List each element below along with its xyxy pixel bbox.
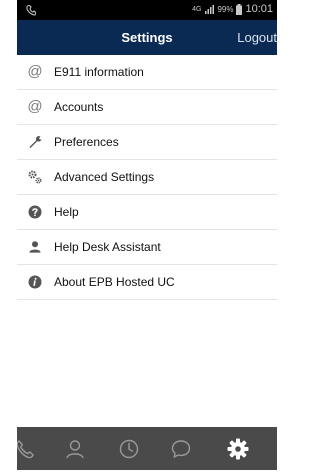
- menu-item-label: Help Desk Assistant: [54, 240, 161, 254]
- menu-item-about[interactable]: About EPB Hosted UC: [17, 265, 277, 300]
- menu-item-accounts[interactable]: @ Accounts: [17, 90, 277, 125]
- bottom-frame: [0, 470, 277, 475]
- status-bar: 4G 99% 10:01: [17, 0, 277, 20]
- wrench-icon: [29, 136, 42, 148]
- logout-button[interactable]: Logout: [237, 20, 277, 55]
- clock: 10:01: [245, 3, 273, 15]
- chat-icon: [171, 439, 191, 458]
- menu-item-label: E911 information: [54, 65, 144, 79]
- battery-icon: [236, 3, 243, 15]
- bottom-tab-bar: [17, 427, 277, 470]
- menu-item-advanced-settings[interactable]: Advanced Settings: [17, 160, 277, 195]
- signal-icon: [205, 5, 215, 14]
- menu-item-label: Preferences: [54, 135, 119, 149]
- menu-item-preferences[interactable]: Preferences: [17, 125, 277, 160]
- battery-percent: 99%: [217, 4, 234, 14]
- menu-item-help[interactable]: Help: [17, 195, 277, 230]
- tab-phone[interactable]: [17, 427, 45, 470]
- status-right: 4G 99% 10:01: [192, 3, 273, 15]
- tab-contacts[interactable]: [55, 427, 95, 470]
- at-icon: @: [27, 63, 43, 80]
- info-icon: [28, 275, 42, 289]
- menu-item-e911[interactable]: @ E911 information: [17, 55, 277, 90]
- network-label: 4G: [192, 5, 202, 13]
- notification-icon: [26, 5, 37, 16]
- app-header: Settings Logout: [17, 20, 277, 55]
- menu-item-label: Accounts: [54, 100, 104, 114]
- menu-item-help-desk-assistant[interactable]: Help Desk Assistant: [17, 230, 277, 265]
- at-icon: @: [27, 98, 43, 115]
- tab-history[interactable]: [109, 427, 149, 470]
- left-frame: [0, 0, 17, 475]
- user-icon: [29, 241, 41, 253]
- phone-icon: [17, 439, 34, 458]
- question-icon: [28, 205, 42, 219]
- phone-screen: 4G 99% 10:01 Settings Logout @ E911 info…: [17, 0, 277, 470]
- gears-icon: [28, 170, 42, 184]
- menu-item-label: Advanced Settings: [54, 170, 155, 184]
- contacts-icon: [66, 439, 84, 458]
- menu-item-label: Help: [54, 205, 79, 219]
- settings-menu: @ E911 information @ Accounts Preference…: [17, 55, 277, 300]
- settings-gear-icon: [227, 438, 249, 459]
- menu-item-label: About EPB Hosted UC: [54, 275, 175, 289]
- tab-chat[interactable]: [161, 427, 201, 470]
- tab-settings[interactable]: [218, 427, 258, 470]
- history-icon: [119, 439, 139, 458]
